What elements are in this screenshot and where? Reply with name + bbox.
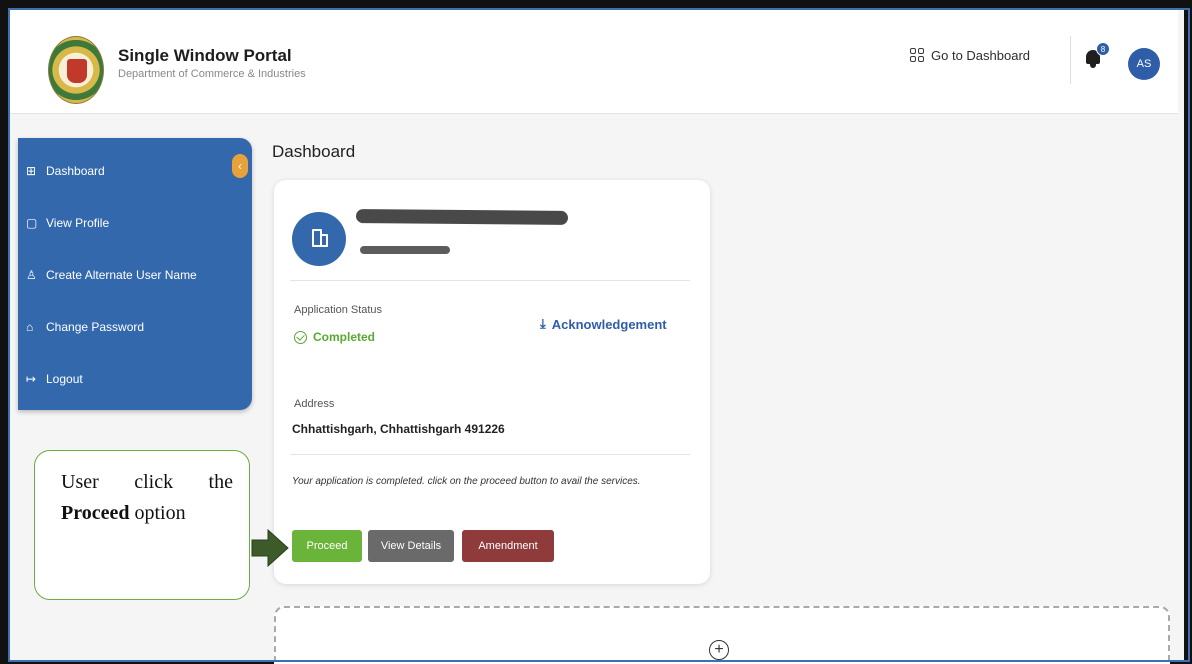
amendment-button[interactable]: Amendment: [462, 530, 554, 562]
pointer-arrow-icon: [251, 528, 289, 568]
page-title: Dashboard: [272, 142, 356, 161]
sidebar-item-change-password[interactable]: ⌂ Change Password: [26, 320, 144, 334]
address-label: Address: [294, 398, 335, 410]
card-divider: [290, 280, 690, 281]
portal-title: Single Window Portal: [118, 46, 292, 65]
logout-icon: ↦: [26, 372, 37, 386]
header-divider: [1070, 36, 1071, 84]
sidebar-item-label: View Profile: [46, 216, 110, 230]
add-icon[interactable]: +: [709, 640, 729, 660]
state-emblem-logo: [48, 36, 104, 104]
callout-text-suffix: option: [134, 502, 186, 524]
collapse-sidebar-button[interactable]: ‹: [232, 154, 248, 178]
completion-note: Your application is completed. click on …: [292, 476, 641, 487]
redacted-company-id: [360, 246, 450, 254]
card-divider: [290, 454, 690, 455]
callout-text-prefix: User click the: [61, 471, 233, 493]
sidebar-item-view-profile[interactable]: ▢ View Profile: [26, 216, 109, 230]
sidebar-item-label: Create Alternate User Name: [46, 268, 197, 282]
portal-subtitle: Department of Commerce & Industries: [118, 68, 306, 80]
application-status-label: Application Status: [294, 304, 383, 316]
grid-icon: [910, 48, 925, 63]
address-value: Chhattishgarh, Chhattishgarh 491226: [292, 422, 505, 436]
user-add-icon: ♙: [26, 268, 37, 282]
profile-icon: ▢: [26, 216, 38, 230]
view-details-button[interactable]: View Details: [368, 530, 454, 562]
user-avatar[interactable]: AS: [1128, 48, 1160, 80]
redacted-company-name: [355, 209, 569, 225]
status-value: Completed: [313, 330, 376, 344]
instruction-callout: User click the Proceed option: [34, 450, 250, 600]
lock-icon: ⌂: [26, 320, 34, 334]
sidebar-item-label: Dashboard: [46, 164, 105, 178]
sidebar-item-dashboard[interactable]: ⊞ Dashboard: [26, 164, 105, 178]
sidebar-item-logout[interactable]: ↦ Logout: [26, 372, 83, 386]
building-icon: [292, 212, 346, 266]
acknowledgement-label: Acknowledgement: [551, 316, 667, 332]
proceed-button[interactable]: Proceed: [292, 530, 362, 562]
top-header: Single Window Portal Department of Comme…: [10, 10, 1178, 114]
grid-icon: ⊞: [26, 164, 37, 178]
sidebar-item-label: Change Password: [46, 320, 145, 334]
sidebar-item-label: Logout: [46, 372, 83, 386]
status-badge: Completed: [294, 330, 375, 344]
check-circle-icon: [294, 330, 307, 344]
go-to-dashboard-label: Go to Dashboard: [931, 48, 1031, 63]
go-to-dashboard-link[interactable]: Go to Dashboard: [910, 48, 1030, 63]
callout-text-bold: Proceed: [61, 502, 130, 524]
sidebar-item-create-alternate-user[interactable]: ♙ Create Alternate User Name: [26, 268, 197, 282]
download-icon: ⤓: [540, 316, 546, 331]
acknowledgement-link[interactable]: ⤓ Acknowledgement: [540, 316, 667, 332]
notification-badge: 8: [1096, 42, 1110, 56]
